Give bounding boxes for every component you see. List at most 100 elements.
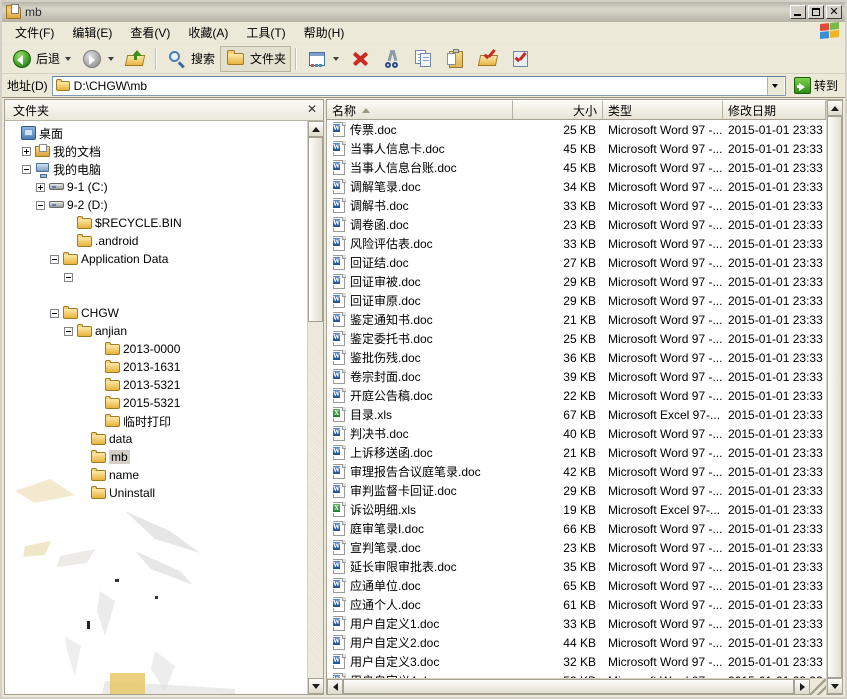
tree-item-name[interactable]: name [8, 466, 307, 484]
file-row[interactable]: W 用户自定义3.doc 32 KB Microsoft Word 97 -... 20… [327, 652, 826, 671]
file-row[interactable]: W用户自定义4.doc53 KBMicrosoft Word 97 -...20… [327, 671, 826, 678]
properties-button[interactable] [504, 46, 536, 72]
tree-item-application-data[interactable]: Application Data [8, 250, 307, 268]
file-row[interactable]: W 传票.doc 25 KB Microsoft Word 97 -... 2015-0… [327, 120, 826, 139]
tree-item--recycle-bin[interactable]: $RECYCLE.BIN [8, 214, 307, 232]
file-row[interactable]: W 回证审被.doc 29 KB Microsoft Word 97 -... 2015… [327, 272, 826, 291]
close-icon[interactable]: ✕ [305, 103, 319, 117]
file-row[interactable]: W 回证审原.doc 29 KB Microsoft Word 97 -... 2015… [327, 291, 826, 310]
tree-item[interactable] [8, 286, 307, 304]
title-bar[interactable]: mb ✕ [2, 2, 845, 22]
tree-item-anjian[interactable]: anjian [8, 322, 307, 340]
tree-item-chgw[interactable]: CHGW [8, 304, 307, 322]
collapse-icon[interactable] [50, 308, 59, 318]
delete-button[interactable] [344, 46, 376, 72]
hscroll-thumb[interactable] [343, 679, 794, 694]
scroll-thumb[interactable] [308, 137, 323, 322]
paste-button[interactable] [440, 46, 472, 72]
address-input[interactable]: D:\CHGW\mb [51, 75, 786, 96]
chevron-down-icon[interactable] [333, 56, 340, 61]
file-row[interactable]: W 宣判笔录.doc 23 KB Microsoft Word 97 -... 2015… [327, 538, 826, 557]
file-row[interactable]: W 开庭公告稿.doc 22 KB Microsoft Word 97 -... 201… [327, 386, 826, 405]
forward-button[interactable] [76, 46, 119, 72]
tree-item-2013-5321[interactable]: 2013-5321 [8, 376, 307, 394]
file-row[interactable]: W 调卷函.doc 23 KB Microsoft Word 97 -... 2015-… [327, 215, 826, 234]
cut-button[interactable] [376, 46, 408, 72]
tree-item-9-1-c-[interactable]: 9-1 (C:) [8, 178, 307, 196]
scroll-up-button[interactable] [308, 121, 323, 137]
tree-item-我的文档[interactable]: 我的文档 [8, 142, 307, 160]
file-row[interactable]: W 应通个人.doc 61 KB Microsoft Word 97 -... 2015… [327, 595, 826, 614]
file-row[interactable]: W 调解书.doc 33 KB Microsoft Word 97 -... 2015-… [327, 196, 826, 215]
close-button[interactable]: ✕ [826, 5, 842, 19]
file-row[interactable]: W 卷宗封面.doc 39 KB Microsoft Word 97 -... 2015… [327, 367, 826, 386]
scroll-down-button[interactable] [827, 678, 843, 694]
chevron-down-icon[interactable] [108, 56, 115, 61]
maximize-button[interactable] [808, 5, 824, 19]
menu-item-view[interactable]: 查看(V) [121, 22, 179, 44]
resize-grip[interactable] [810, 679, 826, 695]
tree-item-mb[interactable]: mb [8, 448, 307, 466]
file-row[interactable]: W 风险评估表.doc 33 KB Microsoft Word 97 -... 201… [327, 234, 826, 253]
back-button[interactable]: 后退 [6, 46, 76, 72]
go-button[interactable]: 转到 [791, 75, 843, 96]
column-header-size[interactable]: 大小 [513, 100, 603, 119]
up-one-level-button[interactable] [119, 46, 151, 72]
menu-item-tools[interactable]: 工具(T) [237, 22, 294, 44]
file-row[interactable]: W 调解笔录.doc 34 KB Microsoft Word 97 -... 2015… [327, 177, 826, 196]
file-row[interactable]: W 审理报告合议庭笔录.doc 42 KB Microsoft Word 97 -..… [327, 462, 826, 481]
expand-icon[interactable] [36, 182, 45, 192]
file-row[interactable]: W 判决书.doc 40 KB Microsoft Word 97 -... 2015-… [327, 424, 826, 443]
file-row[interactable]: W 应通单位.doc 65 KB Microsoft Word 97 -... 2015… [327, 576, 826, 595]
file-row[interactable]: W 延长审限审批表.doc 35 KB Microsoft Word 97 -... 2… [327, 557, 826, 576]
file-row[interactable]: W 鉴定通知书.doc 21 KB Microsoft Word 97 -... 201… [327, 310, 826, 329]
tree-item-2015-5321[interactable]: 2015-5321 [8, 394, 307, 412]
column-header-type[interactable]: 类型 [603, 100, 723, 119]
tree-item-2013-0000[interactable]: 2013-0000 [8, 340, 307, 358]
file-row[interactable]: W 当事人信息台账.doc 45 KB Microsoft Word 97 -... 2… [327, 158, 826, 177]
collapse-icon[interactable] [50, 254, 59, 264]
column-header-name[interactable]: 名称 [327, 100, 513, 119]
address-dropdown-button[interactable] [766, 76, 784, 95]
collapse-icon[interactable] [64, 326, 73, 336]
hscroll-track[interactable] [343, 679, 794, 694]
file-row[interactable]: X 诉讼明细.xls 19 KB Microsoft Excel 97-... 2015… [327, 500, 826, 519]
file-list-horizontal-scrollbar[interactable] [327, 678, 826, 695]
file-row[interactable]: W 用户自定义1.doc 33 KB Microsoft Word 97 -... 20… [327, 614, 826, 633]
folder-tree[interactable]: 桌面 我的文档 我的电脑 9-1 (C:) 9-2 (D:) $RECYCLE.BIN .a… [5, 121, 307, 694]
scroll-right-button[interactable] [794, 679, 810, 695]
scroll-up-button[interactable] [827, 100, 843, 116]
collapse-icon[interactable] [22, 164, 31, 174]
file-row[interactable]: W 审判监督卡回证.doc 29 KB Microsoft Word 97 -... 2… [327, 481, 826, 500]
menu-item-file[interactable]: 文件(F) [6, 22, 63, 44]
tree-item-data[interactable]: data [8, 430, 307, 448]
tree-item[interactable] [8, 268, 307, 286]
menu-item-favorites[interactable]: 收藏(A) [179, 22, 237, 44]
scroll-down-button[interactable] [308, 678, 323, 694]
folder-tree-vertical-scrollbar[interactable] [307, 121, 323, 694]
file-row[interactable]: W 用户自定义2.doc 44 KB Microsoft Word 97 -... 20… [327, 633, 826, 652]
undo-button[interactable] [472, 46, 504, 72]
menu-item-edit[interactable]: 编辑(E) [63, 22, 121, 44]
file-list-vertical-scrollbar[interactable] [826, 100, 843, 694]
search-button[interactable]: 搜索 [161, 46, 220, 72]
chevron-down-icon[interactable] [65, 56, 72, 61]
file-row[interactable]: W 回证结.doc 27 KB Microsoft Word 97 -... 2015-… [327, 253, 826, 272]
minimize-button[interactable] [790, 5, 806, 19]
tree-item--android[interactable]: .android [8, 232, 307, 250]
column-header-date[interactable]: 修改日期 [723, 100, 826, 119]
file-row[interactable]: X 目录.xls 67 KB Microsoft Excel 97-... 2015-0… [327, 405, 826, 424]
file-rows[interactable]: W 传票.doc 25 KB Microsoft Word 97 -... 2015-0… [327, 120, 826, 678]
tree-item-我的电脑[interactable]: 我的电脑 [8, 160, 307, 178]
views-button[interactable] [301, 46, 344, 81]
collapse-icon[interactable] [36, 200, 45, 210]
file-row[interactable]: W 鉴批伤残.doc 36 KB Microsoft Word 97 -... 2015… [327, 348, 826, 367]
tree-item-9-2-d-[interactable]: 9-2 (D:) [8, 196, 307, 214]
menu-item-help[interactable]: 帮助(H) [295, 22, 354, 44]
copy-button[interactable] [408, 46, 440, 72]
file-row[interactable]: W 当事人信息卡.doc 45 KB Microsoft Word 97 -... 20… [327, 139, 826, 158]
collapse-icon[interactable] [64, 272, 73, 282]
scroll-track[interactable] [827, 116, 842, 678]
file-row[interactable]: W 上诉移送函.doc 21 KB Microsoft Word 97 -... 201… [327, 443, 826, 462]
tree-item-临时打印[interactable]: 临时打印 [8, 412, 307, 430]
